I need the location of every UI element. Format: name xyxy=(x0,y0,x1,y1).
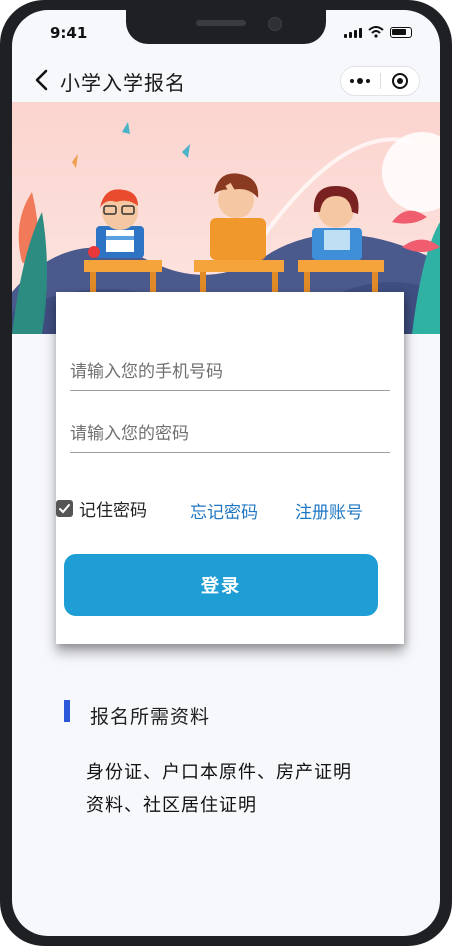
remember-checkbox[interactable] xyxy=(56,500,73,517)
camera xyxy=(268,17,282,31)
section-title: 报名所需资料 xyxy=(90,706,211,728)
login-button[interactable]: 登录 xyxy=(64,554,378,616)
battery-icon xyxy=(390,27,412,38)
speaker xyxy=(196,20,246,26)
forgot-password-link[interactable]: 忘记密码 xyxy=(190,498,258,523)
checkmark-icon xyxy=(59,504,70,514)
wifi-icon xyxy=(368,26,384,38)
status-time: 9:41 xyxy=(50,24,88,42)
section-marker xyxy=(64,700,70,722)
password-input[interactable] xyxy=(70,416,390,453)
more-icon[interactable] xyxy=(341,67,380,95)
phone-frame: 9:41 小学入学报名 请输入您的手机号码 记住密码 忘记密码 注册账号 登录 … xyxy=(0,0,452,946)
phone-input[interactable] xyxy=(70,354,390,391)
nav-bar: 小学入学报名 xyxy=(12,58,440,102)
back-icon[interactable] xyxy=(32,68,52,92)
notch xyxy=(126,10,326,44)
signal-icon xyxy=(344,28,362,38)
login-card: 记住密码 忘记密码 注册账号 登录 xyxy=(56,292,404,644)
menu-capsule xyxy=(340,66,420,96)
status-icons xyxy=(344,26,412,38)
screen: 9:41 小学入学报名 请输入您的手机号码 记住密码 忘记密码 注册账号 登录 … xyxy=(12,10,440,936)
close-target-icon[interactable] xyxy=(380,67,419,95)
remember-label: 记住密码 xyxy=(79,501,147,521)
section-body: 身份证、户口本原件、房产证明资料、社区居住证明 xyxy=(86,762,352,816)
register-link[interactable]: 注册账号 xyxy=(295,498,363,523)
remember-password[interactable]: 记住密码 xyxy=(56,496,147,521)
page-title: 小学入学报名 xyxy=(60,71,186,95)
